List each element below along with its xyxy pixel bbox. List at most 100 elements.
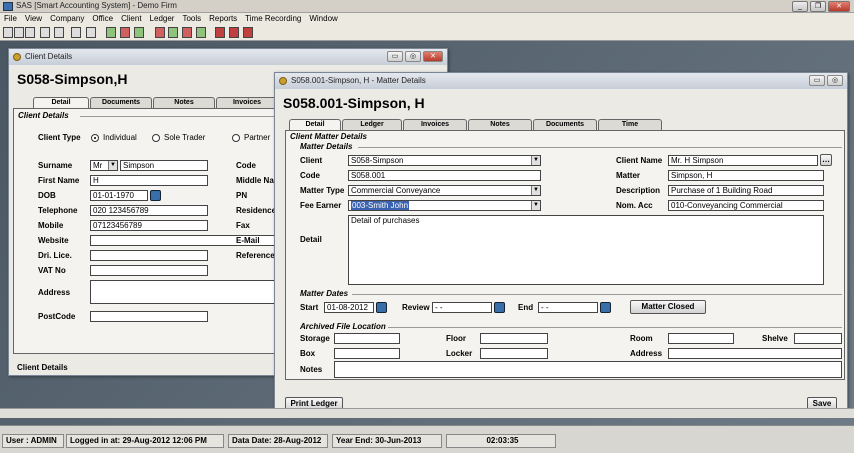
toolbar-calendar-icon[interactable] (229, 27, 239, 38)
fee-earner-select[interactable]: 003-Smith John ▼ (348, 200, 541, 211)
vat-no-field[interactable] (90, 265, 208, 276)
calendar-icon[interactable] (600, 302, 611, 313)
close-icon[interactable]: ✕ (828, 1, 850, 12)
menu-company[interactable]: Company (50, 13, 84, 25)
client-select[interactable]: S058-Simpson ▼ (348, 155, 541, 166)
dob-field[interactable]: 01-01-1970 (90, 190, 148, 201)
toolbar-bank-icon[interactable] (155, 27, 165, 38)
email-label: E-Mail (236, 236, 260, 245)
tab-documents[interactable]: Documents (533, 119, 597, 130)
description-field[interactable]: Purchase of 1 Building Road (668, 185, 824, 196)
nom-acc-field[interactable]: 010-Conveyancing Commercial (668, 200, 824, 211)
menu-client[interactable]: Client (121, 13, 141, 25)
close-icon[interactable]: ✕ (423, 51, 443, 62)
toolbar-transfer-icon[interactable] (134, 27, 144, 38)
toolbar-bill-icon[interactable] (182, 27, 192, 38)
horizontal-scrollbar[interactable] (0, 408, 854, 418)
chevron-down-icon[interactable]: ▼ (531, 201, 540, 210)
tab-ledger[interactable]: Ledger (342, 119, 402, 130)
menu-time-recording[interactable]: Time Recording (245, 13, 301, 25)
chevron-down-icon[interactable]: ▼ (531, 186, 540, 195)
tab-detail[interactable]: Detail (33, 97, 89, 108)
address-label: Address (630, 349, 663, 358)
address-field[interactable] (90, 280, 276, 304)
calendar-icon[interactable] (376, 302, 387, 313)
mobile-field[interactable]: 07123456789 (90, 220, 208, 231)
floor-label: Floor (446, 334, 466, 343)
toolbar-time-icon[interactable] (215, 27, 225, 38)
tab-invoices[interactable]: Invoices (403, 119, 467, 130)
menu-office[interactable]: Office (92, 13, 113, 25)
floor-field[interactable] (480, 333, 548, 344)
toolbar-receipt-icon[interactable] (106, 27, 116, 38)
radio-partner[interactable] (232, 134, 240, 142)
tab-detail[interactable]: Detail (289, 119, 341, 130)
matter-type-value: Commercial Conveyance (351, 186, 441, 195)
radio-sole-trader[interactable] (152, 134, 160, 142)
code-field[interactable]: S058.001 (348, 170, 541, 181)
review-date-field[interactable]: - - (432, 302, 492, 313)
matter-closed-button[interactable]: Matter Closed (630, 300, 706, 314)
menu-view[interactable]: View (25, 13, 42, 25)
surname-field[interactable]: Simpson (120, 160, 208, 171)
restore-icon[interactable]: ❐ (810, 1, 826, 12)
radio-sole-trader-label: Sole Trader (164, 133, 206, 142)
matter-detail-panel: Client Matter Details Matter Details Cli… (285, 130, 845, 380)
toolbar-payment-icon[interactable] (120, 27, 130, 38)
chevron-down-icon[interactable]: ▼ (531, 156, 540, 165)
radio-individual[interactable] (91, 134, 99, 142)
detail-textarea[interactable]: Detail of purchases (348, 215, 824, 285)
matter-field[interactable]: Simpson, H (668, 170, 824, 181)
section-title: Client Matter Details (290, 132, 367, 141)
calendar-icon[interactable] (150, 190, 161, 201)
toolbar-credit-icon[interactable] (196, 27, 206, 38)
tab-documents[interactable]: Documents (90, 97, 152, 108)
minimize-icon[interactable]: ▭ (809, 75, 825, 86)
first-name-label: First Name (38, 176, 80, 185)
menu-window[interactable]: Window (309, 13, 337, 25)
toolbar-report-icon[interactable] (86, 27, 96, 38)
toolbar-folder-icon[interactable] (40, 27, 50, 38)
start-date-field[interactable]: 01-08-2012 (324, 302, 374, 313)
postcode-field[interactable] (90, 311, 208, 322)
menu-file[interactable]: File (4, 13, 17, 25)
shelve-field[interactable] (794, 333, 842, 344)
toolbar-ledger-icon[interactable] (25, 27, 35, 38)
telephone-field[interactable]: 020 123456789 (90, 205, 208, 216)
title-select[interactable]: Mr ▼ (90, 160, 118, 171)
toolbar-document-icon[interactable] (54, 27, 64, 38)
dri-lice-field[interactable] (90, 250, 208, 261)
tab-notes[interactable]: Notes (153, 97, 215, 108)
app-window-controls: _ ❐ ✕ (792, 1, 850, 12)
tab-invoices[interactable]: Invoices (216, 97, 278, 108)
matter-type-select[interactable]: Commercial Conveyance ▼ (348, 185, 541, 196)
minimize-icon[interactable]: ▭ (387, 51, 403, 62)
menu-ledger[interactable]: Ledger (150, 13, 175, 25)
locker-field[interactable] (480, 348, 548, 359)
fee-earner-label: Fee Earner (300, 201, 342, 210)
restore-icon[interactable]: ◎ (827, 75, 843, 86)
address-field[interactable] (668, 348, 842, 359)
client-name-field[interactable]: Mr. H Simpson (668, 155, 818, 166)
toolbar-sales-icon[interactable] (71, 27, 81, 38)
end-date-field[interactable]: - - (538, 302, 598, 313)
room-field[interactable] (668, 333, 734, 344)
restore-icon[interactable]: ◎ (405, 51, 421, 62)
notes-field[interactable] (334, 361, 842, 378)
tab-time[interactable]: Time (598, 119, 662, 130)
chevron-down-icon[interactable]: ▼ (108, 161, 117, 170)
minimize-icon[interactable]: _ (792, 1, 808, 12)
toolbar-exit-icon[interactable] (243, 27, 253, 38)
box-field[interactable] (334, 348, 400, 359)
tab-notes[interactable]: Notes (468, 119, 532, 130)
first-name-field[interactable]: H (90, 175, 208, 186)
toolbar-client-icon[interactable] (3, 27, 13, 38)
menu-tools[interactable]: Tools (182, 13, 201, 25)
calendar-icon[interactable] (494, 302, 505, 313)
toolbar-journal-icon[interactable] (168, 27, 178, 38)
toolbar-matter-icon[interactable] (14, 27, 24, 38)
storage-field[interactable] (334, 333, 400, 344)
menu-reports[interactable]: Reports (209, 13, 237, 25)
matter-label: Matter (616, 171, 641, 180)
browse-icon[interactable]: … (820, 154, 832, 166)
